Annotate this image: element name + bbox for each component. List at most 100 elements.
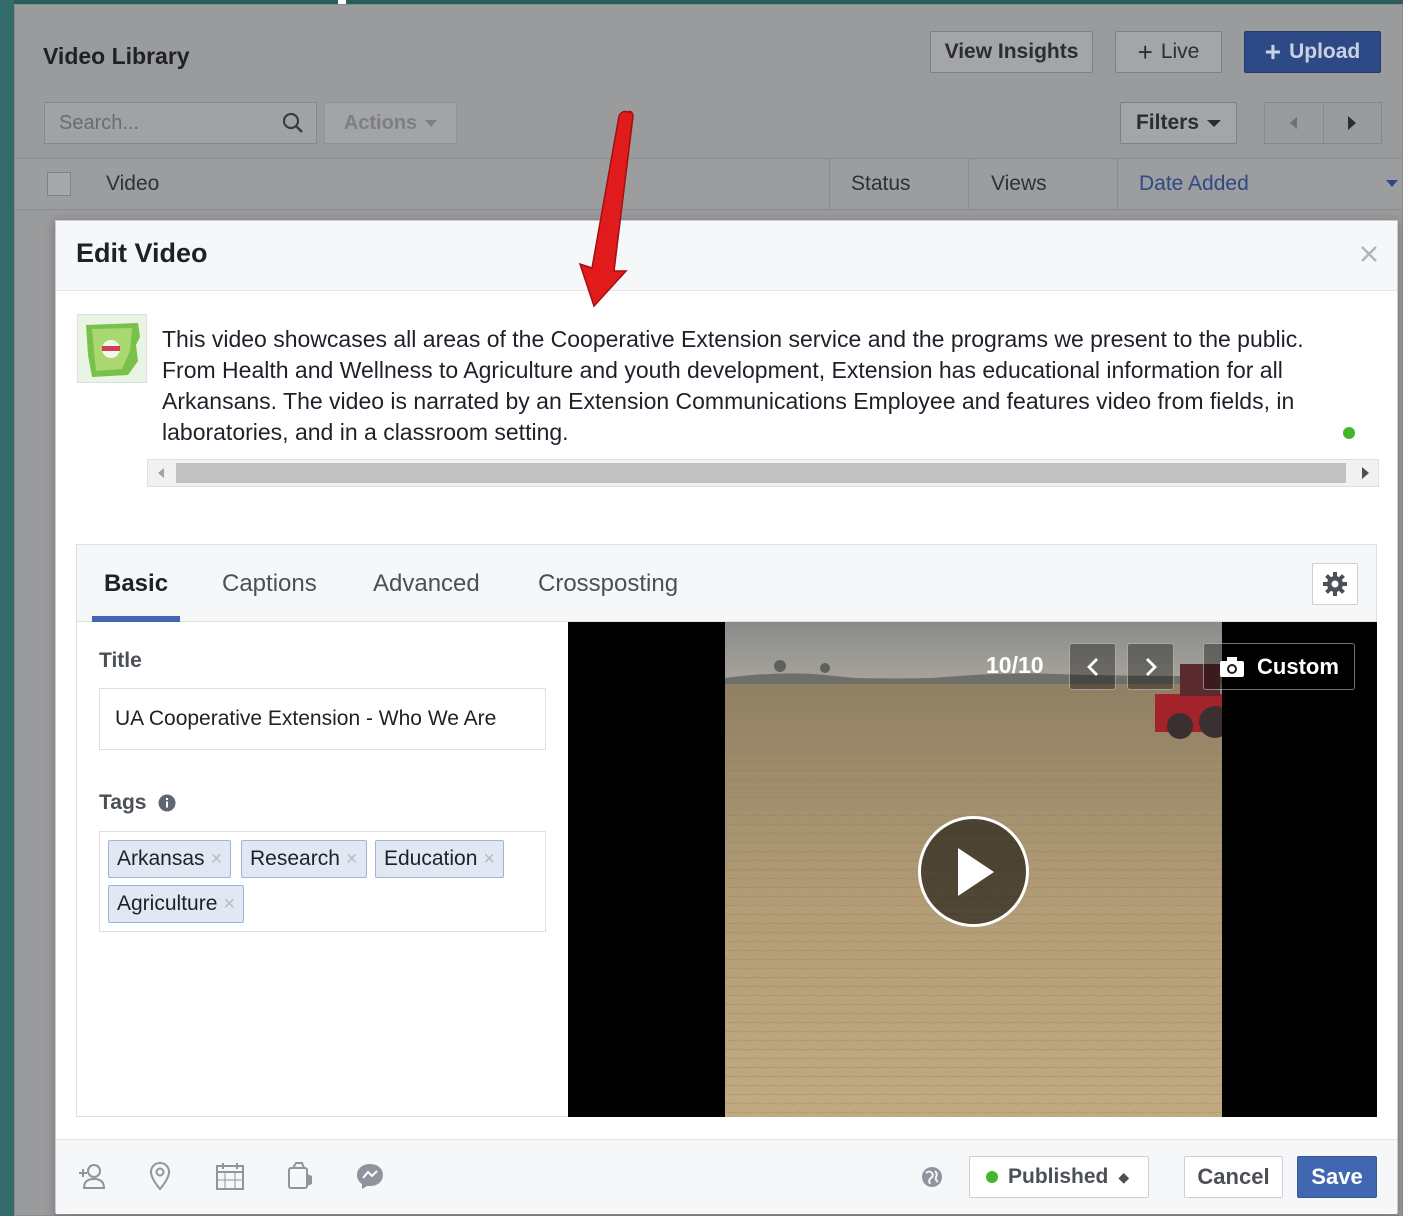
feeling-icon[interactable]: [284, 1160, 316, 1192]
settings-button[interactable]: [1312, 563, 1358, 605]
tag-chip: Research ×: [241, 840, 367, 878]
sort-desc-icon: [1386, 180, 1398, 187]
remove-tag-icon[interactable]: ×: [483, 848, 495, 871]
horizontal-scrollbar[interactable]: [147, 459, 1379, 487]
messenger-icon[interactable]: [354, 1160, 386, 1192]
privacy-dropdown[interactable]: Published ◆: [969, 1156, 1149, 1198]
tag-label: Agriculture: [117, 892, 218, 915]
column-divider: [1117, 159, 1118, 209]
tag-label: Education: [384, 847, 478, 870]
remove-tag-icon[interactable]: ×: [223, 893, 235, 916]
pager: [1264, 102, 1382, 144]
search-placeholder: Search...: [59, 111, 140, 134]
filters-label: Filters: [1135, 111, 1200, 134]
prev-page-button[interactable]: [1265, 103, 1323, 143]
close-icon[interactable]: [1357, 242, 1381, 266]
tab-bar: Basic Captions Advanced Crossposting: [77, 545, 1376, 622]
tab-advanced[interactable]: Advanced: [373, 545, 480, 622]
camera-icon: [1220, 656, 1245, 677]
tag-chip: Education ×: [375, 840, 505, 878]
plus-icon: +: [1264, 36, 1282, 67]
column-header-views[interactable]: Views: [991, 159, 1047, 209]
calendar-icon[interactable]: [214, 1160, 246, 1192]
edit-panel: Basic Captions Advanced Crossposting Tit…: [76, 544, 1377, 1117]
prev-thumbnail-button[interactable]: [1069, 643, 1116, 690]
title-label: Title: [99, 649, 142, 672]
tab-basic[interactable]: Basic: [91, 545, 181, 622]
play-button[interactable]: [918, 816, 1029, 927]
tag-chip: Agriculture ×: [108, 885, 245, 923]
published-status-dot: [986, 1171, 998, 1183]
tag-people-icon[interactable]: [76, 1160, 108, 1192]
tab-captions[interactable]: Captions: [222, 545, 317, 622]
info-icon[interactable]: [158, 794, 176, 812]
video-description[interactable]: This video showcases all areas of the Co…: [162, 324, 1362, 448]
annotation-arrow-icon: [578, 110, 634, 308]
caret-down-icon: [425, 119, 438, 127]
chevron-right-icon: [1145, 657, 1157, 676]
chevron-right-icon: [1361, 467, 1369, 479]
cancel-label: Cancel: [1197, 1164, 1270, 1189]
video-thumbnail: [77, 314, 147, 383]
chevron-left-icon: [1086, 657, 1098, 676]
column-header-video[interactable]: Video: [106, 159, 159, 209]
view-insights-label: View Insights: [944, 40, 1079, 63]
video-player[interactable]: 10/10 Custom: [568, 622, 1377, 1117]
location-icon[interactable]: [144, 1160, 176, 1192]
column-header-status[interactable]: Status: [851, 159, 911, 209]
actions-dropdown[interactable]: Actions: [324, 102, 457, 144]
play-icon: [957, 847, 994, 896]
save-button[interactable]: Save: [1297, 1156, 1377, 1198]
table-header: Video Status Views Date Added: [15, 158, 1402, 210]
caret-down-icon: [1207, 119, 1222, 127]
scroll-right-arrow[interactable]: [1352, 460, 1378, 486]
privacy-label: Published: [1008, 1165, 1109, 1188]
column-header-date-added[interactable]: Date Added: [1139, 159, 1249, 209]
title-input[interactable]: UA Cooperative Extension - Who We Are: [99, 688, 546, 750]
actions-label: Actions: [343, 111, 418, 134]
search-icon: [282, 112, 303, 133]
search-input[interactable]: Search...: [44, 102, 317, 144]
scrollbar-thumb[interactable]: [176, 463, 1346, 483]
arkansas-logo-image: [78, 315, 146, 382]
status-dot: [1343, 427, 1355, 439]
gear-icon: [1323, 572, 1347, 596]
thumbnail-counter: 10/10: [986, 652, 1044, 678]
background-edge: [0, 0, 14, 1216]
plus-icon: +: [1137, 36, 1153, 67]
tags-label-row: Tags: [99, 791, 176, 815]
globe-icon: [922, 1167, 942, 1187]
cancel-button[interactable]: Cancel: [1184, 1156, 1283, 1198]
tag-label: Research: [250, 847, 340, 870]
tags-input[interactable]: Arkansas × Research × Education × Agricu…: [99, 831, 546, 932]
edit-video-dialog: Edit Video This video showcases all area…: [55, 220, 1398, 1214]
page-title: Video Library: [43, 43, 190, 69]
tag-label: Arkansas: [117, 847, 205, 870]
up-down-chevron-icon: ◆: [1118, 1168, 1130, 1185]
scroll-left-arrow[interactable]: [148, 460, 174, 486]
tag-chip: Arkansas ×: [108, 840, 232, 878]
chevron-left-icon: [158, 468, 164, 478]
upload-label: Upload: [1289, 40, 1361, 63]
save-label: Save: [1311, 1164, 1363, 1189]
chevron-left-icon: [1290, 117, 1298, 129]
custom-thumbnail-button[interactable]: Custom: [1203, 643, 1355, 690]
remove-tag-icon[interactable]: ×: [346, 848, 358, 871]
remove-tag-icon[interactable]: ×: [211, 848, 223, 871]
next-page-button[interactable]: [1322, 103, 1382, 143]
dialog-footer: Published ◆ Cancel Save: [56, 1139, 1397, 1214]
live-button[interactable]: + Live: [1115, 31, 1222, 73]
column-divider: [829, 159, 830, 209]
view-insights-button[interactable]: View Insights: [930, 31, 1093, 73]
dialog-title: Edit Video: [76, 238, 208, 268]
tags-label: Tags: [99, 791, 147, 814]
filters-dropdown[interactable]: Filters: [1120, 102, 1237, 144]
dialog-header: Edit Video: [56, 221, 1397, 291]
upload-button[interactable]: + Upload: [1244, 31, 1381, 73]
tab-crossposting[interactable]: Crossposting: [538, 545, 678, 622]
title-value: UA Cooperative Extension - Who We Are: [115, 707, 497, 730]
next-thumbnail-button[interactable]: [1127, 643, 1174, 690]
select-all-checkbox[interactable]: [47, 172, 71, 196]
custom-label: Custom: [1257, 653, 1339, 679]
live-label: Live: [1160, 40, 1200, 63]
